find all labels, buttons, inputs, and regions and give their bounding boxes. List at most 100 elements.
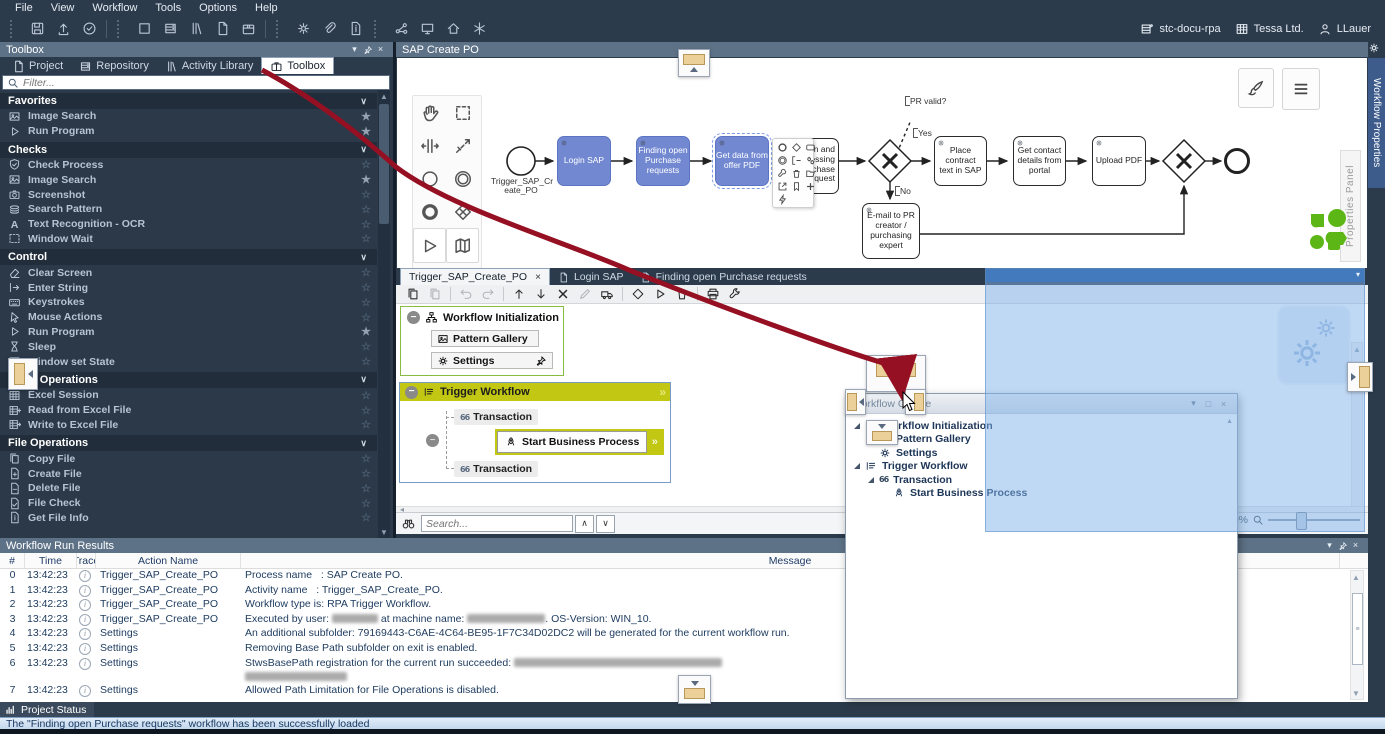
pad-delete-element[interactable] [789,167,803,180]
menu-item-view[interactable]: View [42,2,84,14]
pad-link-out[interactable] [775,180,789,193]
results-scrollbar[interactable]: ▲ ≡ ▼ [1350,570,1364,700]
brush-button[interactable] [1238,68,1274,108]
toolbar-button-document[interactable] [210,18,234,40]
outline-node-trigger-workflow[interactable]: Trigger Workflow [854,460,968,473]
section-header-excel-operations[interactable]: Excel Operations∨ [0,372,377,388]
editor-toolbar-diamond-button[interactable] [627,286,649,303]
user-chip[interactable]: LLauer [1318,22,1371,36]
pad-append-intermediate-event[interactable] [775,154,789,167]
menu-item-workflow[interactable]: Workflow [83,2,146,14]
group-workflow-initialization[interactable]: − Workflow Initialization Pattern Galler… [400,306,564,376]
favorite-star-icon[interactable]: ☆ [359,482,373,495]
favorite-star-icon[interactable]: ☆ [359,188,373,201]
trigger-workflow-header[interactable]: − Trigger Workflow » [400,383,670,401]
outline-node-transaction[interactable]: 66Transaction [868,473,952,486]
results-pin-icon[interactable] [1336,540,1349,552]
editor-toolbar-redo-button[interactable] [477,286,499,303]
editor-toolbar-pen-button[interactable] [574,286,596,303]
favorite-star-icon[interactable]: ☆ [359,311,373,324]
collapse-button[interactable]: − [405,386,418,399]
palette-connect-tool[interactable] [446,129,479,162]
section-header-control[interactable]: Control∨ [0,249,377,265]
editor-toolbar-undo-button[interactable] [455,286,477,303]
toolbar-group-handle[interactable] [276,20,286,38]
collapse-button[interactable]: − [426,434,439,447]
company-chip[interactable]: Tessa Ltd. [1235,22,1304,36]
settings-button[interactable]: Settings [431,352,553,369]
results-menu-button[interactable]: ▾ [1323,540,1336,552]
pad-append-annotation[interactable] [789,154,803,167]
bpmn-task-get-contact-details-from-portal[interactable]: Get contactdetails fromportal [1013,136,1066,186]
results-column-time[interactable]: Time [25,553,77,568]
editor-tab-finding-open-purchase-requests[interactable]: Finding open Purchase requests [632,269,815,285]
toolbox-item-screenshot[interactable]: Screenshot☆ [0,187,377,202]
menu-item-file[interactable]: File [6,2,42,14]
dock-guide-bottom-icon[interactable] [678,675,711,704]
palette-subprocess[interactable] [413,228,446,263]
editor-toolbar-copy-button[interactable] [402,286,424,303]
palette-data-store-map[interactable] [446,228,479,263]
tab-activity-library[interactable]: Activity Library [157,58,262,74]
toolbox-item-copy-file[interactable]: Copy File☆ [0,451,377,466]
pad-open-folder[interactable] [803,167,817,180]
palette-gateway[interactable] [446,195,479,228]
toolbar-button-publish[interactable] [51,18,75,40]
editor-tab-login-sap[interactable]: Login SAP [550,269,632,285]
scrollbar-thumb[interactable] [379,104,389,224]
toolbox-item-clear-screen[interactable]: Clear Screen☆ [0,265,377,280]
toolbar-button-connections[interactable] [389,18,413,40]
search-previous-button[interactable]: ∧ [575,515,594,533]
section-header-file-operations[interactable]: File Operations∨ [0,435,377,451]
search-next-button[interactable]: ∨ [596,515,615,533]
toolbox-item-search-pattern[interactable]: Search Pattern☆ [0,202,377,217]
toolbox-pin-icon[interactable] [361,44,374,56]
toolbar-button-save[interactable] [25,18,49,40]
editor-toolbar-trash-button[interactable] [671,286,693,303]
start-business-process-button[interactable]: Start Business Process [497,431,647,453]
bpmn-context-pad[interactable] [772,138,814,208]
workspace-chip[interactable]: stc-docu-rpa [1140,22,1220,36]
favorite-star-icon[interactable]: ☆ [359,355,373,368]
menu-item-help[interactable]: Help [246,2,287,14]
toolbox-item-window-set-state[interactable]: Window set State☆ [0,354,377,369]
dock-guide-tab-bottom-icon[interactable] [866,420,898,445]
dock-guide-tab-top-icon[interactable] [866,355,926,392]
toolbox-item-get-file-info[interactable]: Get File Info☆ [0,511,377,526]
favorite-star-icon[interactable]: ☆ [359,497,373,510]
toolbox-item-keystrokes[interactable]: Keystrokes☆ [0,295,377,310]
menu-item-tools[interactable]: Tools [146,2,190,14]
expander-icon[interactable] [868,477,874,483]
editor-toolbar-truck-button[interactable] [596,286,618,303]
toolbox-item-excel-session[interactable]: Excel Session☆ [0,388,377,403]
editor-toolbar-delete-x-button[interactable] [552,286,574,303]
toolbar-button-repository[interactable] [158,18,182,40]
favorite-star-icon[interactable]: ★ [359,325,373,338]
editor-toolbar-arrow-down-button[interactable] [530,286,552,303]
favorite-star-icon[interactable]: ☆ [359,467,373,480]
palette-intermediate-event[interactable] [446,162,479,195]
toolbox-item-mouse-actions[interactable]: Mouse Actions☆ [0,310,377,325]
favorite-star-icon[interactable]: ☆ [359,232,373,245]
favorite-star-icon[interactable]: ☆ [359,158,373,171]
toolbox-item-image-search[interactable]: Image Search★ [0,109,377,124]
expander-icon[interactable] [854,463,860,469]
results-column-trace[interactable]: Trace [77,553,96,568]
toolbar-group-handle[interactable] [117,20,127,38]
toolbox-item-enter-string[interactable]: Enter String☆ [0,280,377,295]
toolbar-button-attachments[interactable] [317,18,341,40]
toolbar-button-settings[interactable] [291,18,315,40]
toolbox-item-write-to-excel-file[interactable]: Write to Excel File☆ [0,418,377,433]
diagram-menu-button[interactable] [1282,68,1320,110]
bpmn-task-upload-pdf[interactable]: Upload PDF [1092,136,1146,186]
favorite-star-icon[interactable]: ☆ [359,203,373,216]
toolbox-item-file-check[interactable]: File Check☆ [0,496,377,511]
tab-project[interactable]: Project [4,58,71,74]
expand-chevrons-icon[interactable]: » [659,383,666,401]
toolbox-item-read-from-excel-file[interactable]: Read from Excel File☆ [0,403,377,418]
toolbox-menu-button[interactable]: ▾ [348,44,361,56]
bpmn-task-place-contract-text-in-sap[interactable]: Place contracttext in SAP [934,136,987,186]
expander-icon[interactable] [854,423,860,429]
toolbox-scrollbar[interactable]: ▲ ▼ [378,90,390,538]
toolbar-button-activity-library[interactable] [184,18,208,40]
